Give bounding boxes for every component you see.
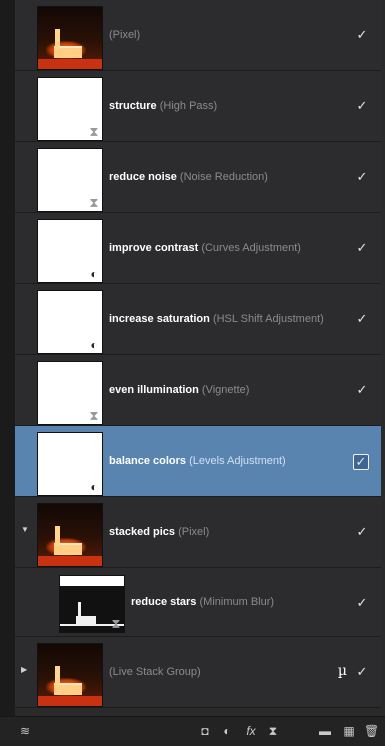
- layer-thumbnail[interactable]: ◐: [37, 219, 103, 283]
- layer-name: reduce stars: [131, 596, 197, 608]
- layer-label: reduce stars (Minimum Blur): [131, 568, 274, 637]
- layer-type: (Levels Adjustment): [189, 455, 286, 467]
- visibility-checkbox[interactable]: ✓: [355, 665, 369, 679]
- layer-row[interactable]: ⧗ reduce stars (Minimum Blur) ✓: [15, 568, 381, 637]
- visibility-checkbox[interactable]: ✓: [355, 28, 369, 42]
- layer-row[interactable]: ⧗ structure (High Pass) ✓: [15, 71, 381, 142]
- layer-label: reduce noise (Noise Reduction): [109, 142, 268, 213]
- layer-row[interactable]: ◐ improve contrast (Curves Adjustment) ✓: [15, 213, 381, 284]
- visibility-checkbox[interactable]: ✓: [355, 383, 369, 397]
- visibility-checkbox[interactable]: ✓: [355, 525, 369, 539]
- layer-row[interactable]: ◐ balance colors (Levels Adjustment) ✓: [15, 426, 381, 497]
- layer-name: stacked pics: [109, 526, 176, 538]
- live-filter-icon: ⧗: [89, 124, 99, 139]
- layer-name: reduce noise: [109, 171, 177, 183]
- visibility-checkbox[interactable]: ✓: [355, 170, 369, 184]
- layer-type: (Pixel): [178, 526, 210, 538]
- layer-label: (Live Stack Group): [109, 637, 201, 708]
- layer-thumbnail[interactable]: ◐: [37, 290, 103, 354]
- layer-label: structure (High Pass): [109, 71, 217, 142]
- layer-type: (Noise Reduction): [179, 171, 268, 183]
- folder-icon[interactable]: ▬: [318, 724, 332, 738]
- layer-row[interactable]: ◐ increase saturation (HSL Shift Adjustme…: [15, 284, 381, 355]
- adjustment-icon: ◐: [90, 267, 98, 281]
- layers-icon[interactable]: ≋: [18, 724, 32, 738]
- visibility-checkbox[interactable]: ✓: [353, 454, 369, 470]
- layers-panel: ↖ (Pixel)✓⧗structure (High Pass)✓⧗reduce…: [0, 0, 385, 746]
- layer-thumbnail[interactable]: [37, 503, 103, 567]
- live-filter-icon: ⧗: [89, 195, 99, 210]
- layer-label: increase saturation (HSL Shift Adjustmen…: [109, 284, 324, 355]
- layer-row[interactable]: ⧗ even illumination (Vignette) ✓: [15, 355, 381, 426]
- live-filter-icon: ⧗: [111, 616, 121, 631]
- layer-name: improve contrast: [109, 242, 199, 254]
- layer-row[interactable]: ▼ stacked pics (Pixel) ✓: [15, 497, 381, 568]
- live-stack-operator-icon[interactable]: µ: [338, 663, 347, 679]
- layer-label: (Pixel): [109, 0, 140, 71]
- layer-type: (HSL Shift Adjustment): [212, 313, 324, 325]
- layer-label: even illumination (Vignette): [109, 355, 249, 426]
- checker-icon[interactable]: ▦: [342, 724, 356, 738]
- layer-label: improve contrast (Curves Adjustment): [109, 213, 301, 284]
- layer-name: even illumination: [109, 384, 199, 396]
- layer-thumbnail[interactable]: [37, 643, 103, 707]
- mask-icon[interactable]: ◘: [198, 724, 212, 738]
- layer-row[interactable]: ⧗ reduce noise (Noise Reduction) ✓: [15, 142, 381, 213]
- layer-thumbnail[interactable]: ⧗: [37, 361, 103, 425]
- layer-row[interactable]: ▶ (Live Stack Group) µ ✓: [15, 637, 381, 708]
- trash-icon[interactable]: 🗑: [364, 724, 379, 738]
- adjustment-icon: ◐: [90, 480, 98, 494]
- layer-label: stacked pics (Pixel): [109, 497, 209, 568]
- layer-type: (Vignette): [201, 384, 250, 396]
- layer-name: structure: [109, 100, 157, 112]
- layer-type: (Minimum Blur): [199, 596, 275, 608]
- adjustment-icon: ◐: [90, 338, 98, 352]
- visibility-checkbox[interactable]: ✓: [355, 241, 369, 255]
- layer-type: (Live Stack Group): [109, 666, 201, 678]
- fx-button[interactable]: fx: [242, 724, 260, 738]
- layer-type: (Pixel): [109, 29, 141, 41]
- hourglass-icon[interactable]: ⧗: [266, 724, 280, 738]
- layer-name: increase saturation: [109, 313, 210, 325]
- panel-gutter: [0, 0, 15, 745]
- layer-thumbnail[interactable]: ⧗: [37, 148, 103, 212]
- layer-name: balance colors: [109, 455, 187, 467]
- layer-row[interactable]: (Pixel) ✓: [15, 0, 381, 71]
- visibility-checkbox[interactable]: ✓: [355, 99, 369, 113]
- layer-thumbnail[interactable]: ⧗: [37, 77, 103, 141]
- layers-toolbar: ≋ ◘ ◐ fx ⧗ ▬ ▦ 🗑: [0, 716, 385, 746]
- layer-type: (Curves Adjustment): [201, 242, 301, 254]
- disclosure-expanded-icon[interactable]: ▼: [21, 525, 31, 537]
- layer-thumbnail[interactable]: ◐: [37, 432, 103, 496]
- visibility-checkbox[interactable]: ✓: [355, 596, 369, 610]
- layer-thumbnail[interactable]: ⧗: [59, 575, 125, 633]
- layer-label: balance colors (Levels Adjustment): [109, 426, 286, 497]
- disclosure-collapsed-icon[interactable]: ▶: [21, 665, 31, 677]
- layer-thumbnail[interactable]: [37, 6, 103, 70]
- adjustment-icon[interactable]: ◐: [220, 724, 234, 738]
- layer-type: (High Pass): [159, 100, 218, 112]
- layers-list: (Pixel) ✓ ⧗ structure (High Pass) ✓ ⧗ reduce n…: [15, 0, 381, 708]
- live-filter-icon: ⧗: [89, 408, 99, 423]
- visibility-checkbox[interactable]: ✓: [355, 312, 369, 326]
